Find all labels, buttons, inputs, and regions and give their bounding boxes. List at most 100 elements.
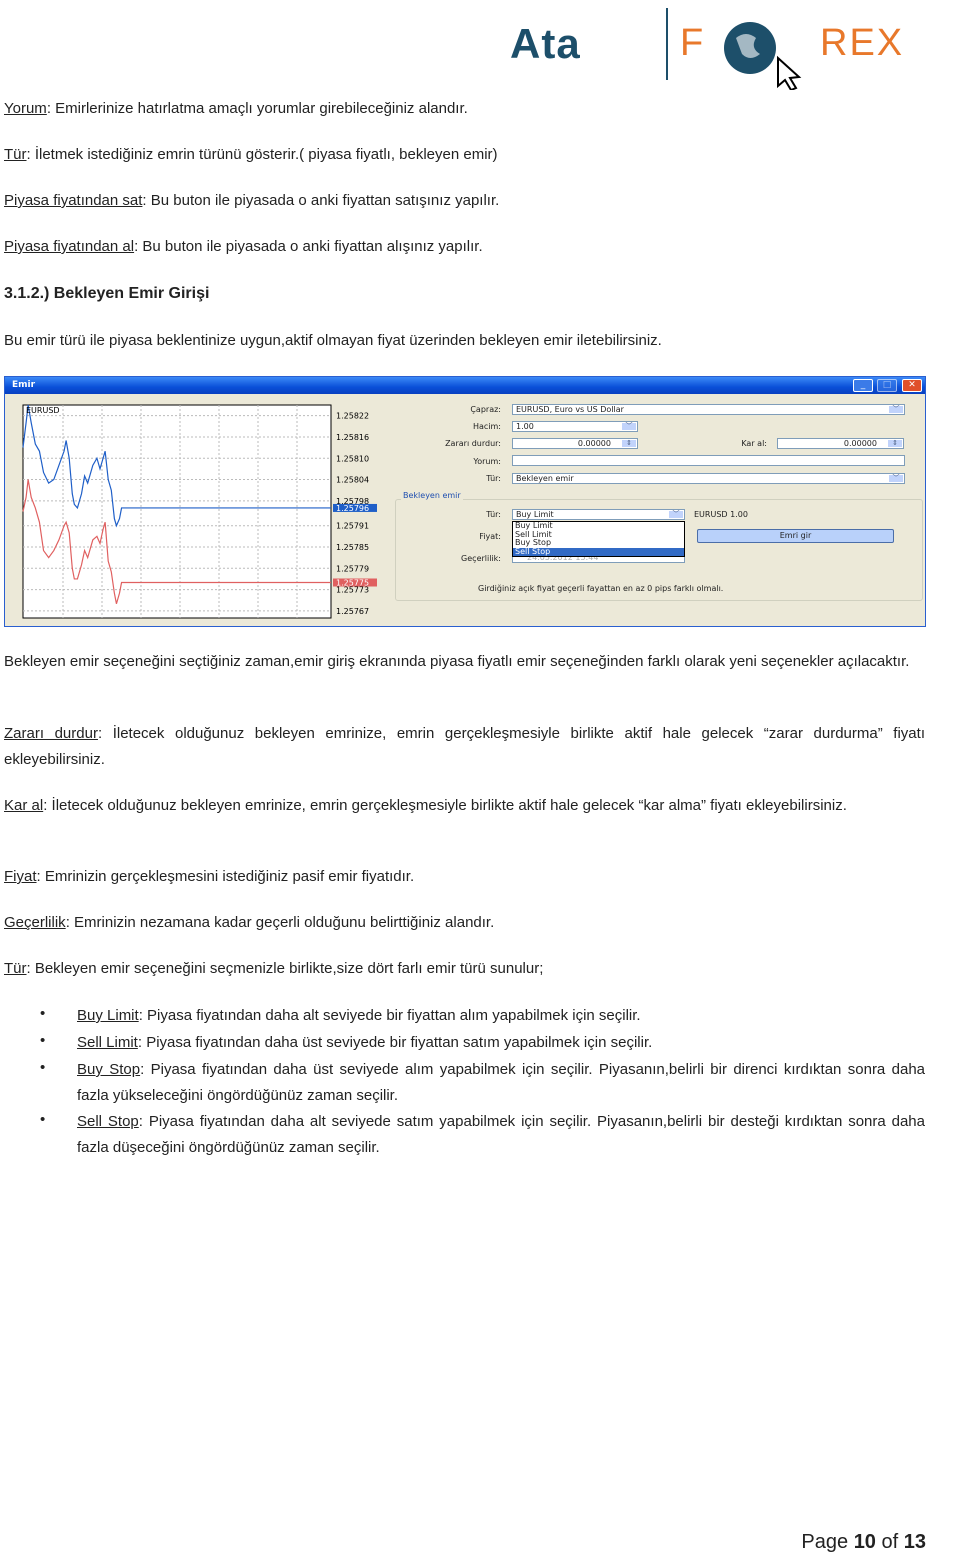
hacim-value: 1.00 (516, 422, 534, 431)
chevron-down-icon: ﹀ (889, 406, 903, 413)
maximize-icon[interactable]: □ (877, 379, 897, 392)
page-word: Page (801, 1531, 849, 1553)
price-chart: 1.258221.258161.258101.258041.257981.257… (18, 400, 390, 622)
term: Piyasa fiyatından sat (4, 192, 143, 209)
option-sell-stop[interactable]: Sell Stop (513, 547, 684, 556)
yorum-input[interactable] (512, 455, 905, 466)
desc: : İletecek olduğunuz bekleyen emrinize, … (43, 797, 847, 814)
order-type-dropdown-list: Buy Limit Sell Limit Buy Stop Sell Stop (512, 521, 685, 557)
logo-rex-text: REX (820, 22, 905, 64)
desc: : Piyasa fiyatından daha üst seviyede al… (77, 1061, 926, 1104)
capraz-select[interactable]: EURUSD, Euro vs US Dollar ﹀ (512, 404, 905, 415)
para-sat: Piyasa fiyatından sat: Bu buton ile piya… (4, 188, 925, 214)
bullet-sell-limit: Sell Limit: Piyasa fiyatından daha üst s… (77, 1030, 925, 1056)
term: Yorum (4, 100, 47, 117)
desc: : Bu buton ile piyasada o anki fiyattan … (134, 238, 483, 255)
window-title: Emir (12, 380, 36, 390)
y-tick-label: 1.25791 (336, 522, 369, 531)
desc: : Emirlerinize hatırlatma amaçlı yorumla… (46, 100, 468, 117)
term: Tür (4, 146, 27, 163)
tur-select[interactable]: Bekleyen emir ﹀ (512, 473, 905, 484)
price-tag-label: 1.25775 (336, 579, 369, 588)
term: Sell Stop (77, 1113, 139, 1130)
term: Buy Stop (77, 1061, 141, 1078)
page-number: Page 10 of 13 (801, 1531, 926, 1554)
validation-message: Girdiğiniz açık fiyat geçerli fayattan e… (478, 584, 724, 593)
gecerlilik-label: Geçerlilik: (461, 554, 501, 563)
zarar-input[interactable]: 0.00000 ⇕ (512, 438, 638, 449)
zarar-value: 0.00000 (577, 439, 611, 448)
section-heading: 3.1.2.) Bekleyen Emir Girişi (4, 285, 210, 302)
minimize-icon[interactable]: _ (853, 379, 873, 392)
bullet-icon: • (40, 1032, 46, 1049)
term: Piyasa fiyatından al (4, 238, 135, 255)
term: Zararı durdur (4, 725, 98, 742)
pending-tur-select[interactable]: Buy Limit ﹀ (512, 509, 685, 520)
tur-label: Tür: (486, 474, 501, 483)
symbol-volume: EURUSD 1.00 (694, 510, 748, 519)
bullet-icon: • (40, 1005, 46, 1022)
spinner-icon[interactable]: ⇕ (622, 440, 636, 447)
pending-tur-value: Buy Limit (516, 510, 554, 519)
kar-label: Kar al: (741, 439, 767, 448)
capraz-label: Çapraz: (470, 405, 501, 414)
close-icon[interactable]: ✕ (902, 379, 922, 392)
tur-value: Bekleyen emir (516, 474, 574, 483)
ataforex-logo: Ata F REX (510, 6, 950, 90)
desc: : İletmek istediğiniz emrin türünü göste… (26, 146, 498, 163)
after-text: Bekleyen emir seçeneğini seçtiğiniz zama… (4, 653, 910, 670)
hacim-label: Hacim: (472, 422, 501, 431)
hacim-select[interactable]: 1.00 ﹀ (512, 421, 638, 432)
bullet-sell-stop: Sell Stop: Piyasa fiyatından daha alt se… (77, 1109, 925, 1161)
desc: : Piyasa fiyatından daha alt seviyede bi… (138, 1007, 641, 1024)
bullet-icon: • (40, 1111, 46, 1128)
order-window-screenshot: Emir _ □ ✕ 1.25822 1.25816 1.25810 1.25804 1… (4, 376, 926, 627)
para-al: Piyasa fiyatından al: Bu buton ile piyas… (4, 234, 925, 260)
document-page: { "logo":{"left":"Ata","right_pre":"F","… (0, 0, 960, 1557)
term: Tür (4, 960, 27, 977)
term: Geçerlilik (4, 914, 66, 931)
desc: : Emrinizin nezamana kadar geçerli olduğ… (65, 914, 495, 931)
emri-gir-button[interactable]: Emri gir (697, 529, 894, 543)
y-tick-label: 1.25767 (336, 607, 369, 616)
capraz-value: EURUSD, Euro vs US Dollar (516, 405, 624, 414)
current-page: 10 (853, 1531, 876, 1553)
para-zarar: Zararı durdur: İletecek olduğunuz bekley… (4, 721, 925, 773)
y-tick-label: 1.25816 (336, 433, 369, 442)
term: Kar al (4, 797, 44, 814)
kar-value: 0.00000 (843, 439, 877, 448)
desc: : Piyasa fiyatından daha alt seviyede sa… (77, 1113, 925, 1156)
y-tick-label: 1.25810 (336, 454, 369, 463)
intro-text: Bu emir türü ile piyasa beklentinize uyg… (4, 332, 662, 349)
y-tick-label: 1.25804 (336, 476, 369, 485)
para-tur2: Tür: Bekleyen emir seçeneğini seçmenizle… (4, 956, 925, 982)
para-yorum: Yorum: Emirlerinize hatırlatma amaçlı yo… (4, 96, 925, 122)
zarar-label: Zararı durdur: (445, 439, 501, 448)
desc: : Piyasa fiyatından daha üst seviyede bi… (137, 1034, 653, 1051)
title-bar: Emir _ □ ✕ (5, 377, 925, 394)
bullet-buy-limit: Buy Limit: Piyasa fiyatından daha alt se… (77, 1003, 925, 1029)
price-tag-label: 1.25796 (336, 504, 369, 513)
spinner-icon[interactable]: ⇕ (888, 440, 902, 447)
kar-input[interactable]: 0.00000 ⇕ (777, 438, 904, 449)
para-fiyat: Fiyat: Emrinizin gerçekleşmesini istediğ… (4, 864, 925, 890)
bullet-buy-stop: Buy Stop: Piyasa fiyatından daha üst sev… (77, 1057, 925, 1109)
term: Fiyat (4, 868, 37, 885)
para-tur: Tür: İletmek istediğiniz emrin türünü gö… (4, 142, 925, 168)
globe-cursor-icon (724, 22, 802, 90)
yorum-label: Yorum: (473, 457, 501, 466)
logo-f-text: F (680, 22, 704, 64)
total-pages: 13 (903, 1531, 926, 1553)
desc: : Bu buton ile piyasada o anki fiyattan … (142, 192, 500, 209)
para-kar: Kar al: İletecek olduğunuz bekleyen emri… (4, 793, 925, 819)
term: Buy Limit (77, 1007, 139, 1024)
logo-divider (666, 8, 668, 80)
of-word: of (881, 1531, 899, 1553)
desc: : Emrinizin gerçekleşmesini istediğiniz … (36, 868, 415, 885)
para-gecerlilik: Geçerlilik: Emrinizin nezamana kadar geç… (4, 910, 925, 936)
chevron-down-icon: ﹀ (622, 423, 636, 430)
fiyat-label: Fiyat: (479, 532, 501, 541)
desc: : Bekleyen emir seçeneğini seçmenizle bi… (26, 960, 544, 977)
chart-symbol: EURUSD (26, 406, 60, 415)
bullet-icon: • (40, 1059, 46, 1076)
